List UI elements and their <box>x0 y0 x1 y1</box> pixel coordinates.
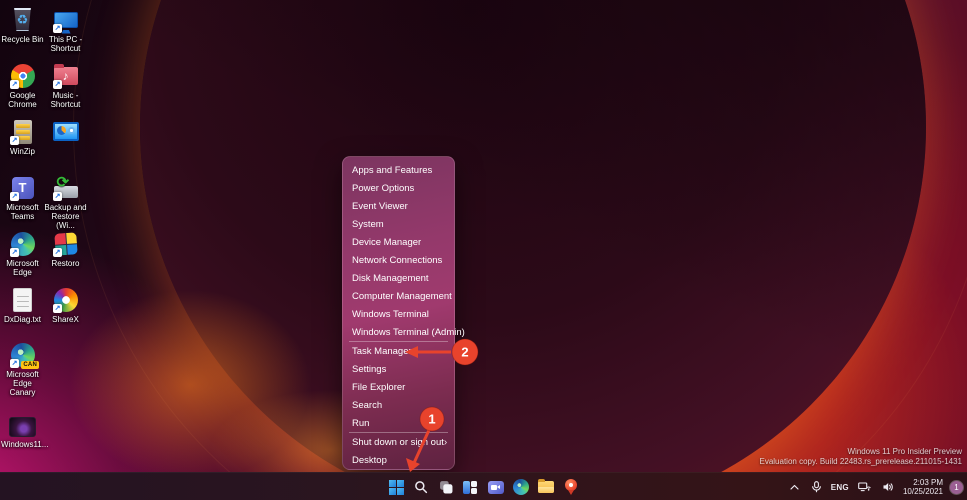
desktop-icon-label: Restoro <box>51 259 80 268</box>
desktop-icon-this-pc-shortcut[interactable]: This PC - Shortcut <box>44 6 87 53</box>
taskbar: ENG 2:03 PM 10/25/2021 1 <box>0 472 967 500</box>
desktop-icon-label: DxDiag.txt <box>4 315 41 324</box>
recycle-bin-icon: ♻ <box>14 8 31 31</box>
shortcut-arrow-icon <box>10 192 19 201</box>
desktop-icon-label: Windows11... <box>1 440 49 449</box>
system-tray: ENG 2:03 PM 10/25/2021 1 <box>787 473 963 500</box>
control-panel-icon <box>52 122 79 141</box>
menu-item-network-connections[interactable]: Network Connections <box>343 251 454 269</box>
desktop-icon-dxdiag-txt[interactable]: DxDiag.txt <box>1 286 44 324</box>
menu-item-disk-management[interactable]: Disk Management <box>343 269 454 287</box>
desktop-icon-google-chrome[interactable]: Google Chrome <box>1 62 44 109</box>
desktop-icon-music-shortcut[interactable]: ♪ Music - Shortcut <box>44 62 87 109</box>
menu-item-run[interactable]: Run <box>343 414 454 432</box>
desktop-icon-label: Microsoft Edge Canary <box>6 370 39 397</box>
desktop-icon-sharex[interactable]: ShareX <box>44 286 87 324</box>
start-button[interactable] <box>388 479 405 496</box>
notification-badge[interactable]: 1 <box>950 480 963 494</box>
tray-date: 10/25/2021 <box>902 487 943 496</box>
text-document-icon <box>13 287 32 312</box>
menu-item-device-manager[interactable]: Device Manager <box>343 233 454 251</box>
menu-item-computer-management[interactable]: Computer Management <box>343 287 454 305</box>
menu-item-file-explorer[interactable]: File Explorer <box>343 378 454 396</box>
network-icon <box>858 482 871 492</box>
desktop-icon-label: Music - Shortcut <box>50 91 81 109</box>
volume-tray-button[interactable] <box>880 479 896 495</box>
wallpaper-ring <box>73 0 967 500</box>
desktop-icon-label: Microsoft Edge <box>6 259 39 277</box>
widgets-button[interactable] <box>463 479 480 496</box>
file-explorer-button[interactable] <box>538 479 555 496</box>
microphone-icon <box>811 481 821 493</box>
shortcut-arrow-icon <box>53 304 62 313</box>
tray-time: 2:03 PM <box>913 477 943 487</box>
winx-context-menu: Apps and Features Power Options Event Vi… <box>342 156 465 470</box>
shortcut-arrow-icon <box>10 248 19 257</box>
task-view-button[interactable] <box>438 479 455 496</box>
folder-icon <box>538 479 554 493</box>
language-indicator[interactable]: ENG <box>831 483 849 492</box>
shortcut-arrow-icon <box>10 80 19 89</box>
edge-icon <box>513 479 529 495</box>
desktop-icon-restoro[interactable]: Restoro <box>44 230 87 268</box>
network-tray-button[interactable] <box>856 479 873 495</box>
menu-item-power-options[interactable]: Power Options <box>343 179 454 197</box>
desktop-icon-label: WinZip <box>10 147 35 156</box>
insider-watermark: Windows 11 Pro Insider Preview Evaluatio… <box>759 447 962 466</box>
shortcut-arrow-icon <box>10 359 19 368</box>
watermark-line1: Windows 11 Pro Insider Preview <box>847 447 962 456</box>
speaker-icon <box>883 483 893 491</box>
desktop-icon-backup-and-restore[interactable]: Backup and Restore (Wi... <box>44 173 87 231</box>
chevron-right-icon: › <box>443 436 448 448</box>
desktop-icon-winzip[interactable]: WinZip <box>1 118 44 156</box>
windows-logo-icon <box>388 479 404 495</box>
desktop-icon-label: Google Chrome <box>8 91 37 109</box>
tray-overflow-button[interactable] <box>787 480 802 495</box>
desktop-icon-microsoft-edge[interactable]: Microsoft Edge <box>1 230 44 277</box>
chat-button[interactable] <box>488 479 505 496</box>
shortcut-arrow-icon <box>53 248 62 257</box>
edge-taskbar-button[interactable] <box>513 479 530 496</box>
task-view-icon <box>440 481 453 494</box>
taskbar-center-icons <box>388 473 580 500</box>
chevron-up-icon <box>790 484 799 490</box>
shortcut-arrow-icon <box>10 136 19 145</box>
desktop-icon-recycle-bin[interactable]: ♻ Recycle Bin <box>1 6 44 44</box>
menu-item-windows-terminal[interactable]: Windows Terminal <box>343 305 454 323</box>
desktop-icon-label: Recycle Bin <box>1 35 44 44</box>
widgets-icon <box>463 480 479 494</box>
canary-badge: CAN <box>21 361 39 369</box>
map-pin-icon <box>565 479 577 495</box>
pinned-app-button[interactable] <box>563 479 580 496</box>
shortcut-arrow-icon <box>53 24 62 33</box>
desktop-icon-label: ShareX <box>52 315 79 324</box>
search-button[interactable] <box>413 479 430 496</box>
menu-item-shut-down-or-sign-out[interactable]: Shut down or sign out › <box>343 433 454 451</box>
clock[interactable]: 2:03 PM 10/25/2021 <box>903 478 943 497</box>
desktop-icon-label: Microsoft Teams <box>6 203 39 221</box>
watermark-line2: Evaluation copy. Build 22483.rs_prerelea… <box>759 456 962 466</box>
shortcut-arrow-icon <box>53 192 62 201</box>
image-thumbnail-icon <box>9 417 36 437</box>
desktop-icon-windows11-image[interactable]: Windows11... <box>1 416 49 449</box>
shortcut-arrow-icon <box>53 80 62 89</box>
desktop-icon-microsoft-edge-canary[interactable]: CAN Microsoft Edge Canary <box>1 341 44 397</box>
menu-item-task-manager[interactable]: Task Manager <box>343 342 454 360</box>
desktop-icon-label: This PC - Shortcut <box>48 35 83 53</box>
chat-icon <box>488 480 504 494</box>
menu-item-desktop[interactable]: Desktop <box>343 451 454 469</box>
desktop-icon-label: Backup and Restore (Wi... <box>44 203 87 230</box>
desktop-wallpaper <box>0 0 967 500</box>
desktop-icon-control-panel[interactable] <box>44 118 87 147</box>
menu-item-search[interactable]: Search <box>343 396 454 414</box>
search-icon <box>415 481 428 494</box>
menu-item-settings[interactable]: Settings <box>343 360 454 378</box>
desktop-icon-microsoft-teams[interactable]: T Microsoft Teams <box>1 174 44 221</box>
menu-item-system[interactable]: System <box>343 215 454 233</box>
menu-item-event-viewer[interactable]: Event Viewer <box>343 197 454 215</box>
menu-item-apps-and-features[interactable]: Apps and Features <box>343 161 454 179</box>
menu-item-windows-terminal-admin[interactable]: Windows Terminal (Admin) <box>343 323 465 341</box>
microphone-tray-button[interactable] <box>809 479 824 495</box>
